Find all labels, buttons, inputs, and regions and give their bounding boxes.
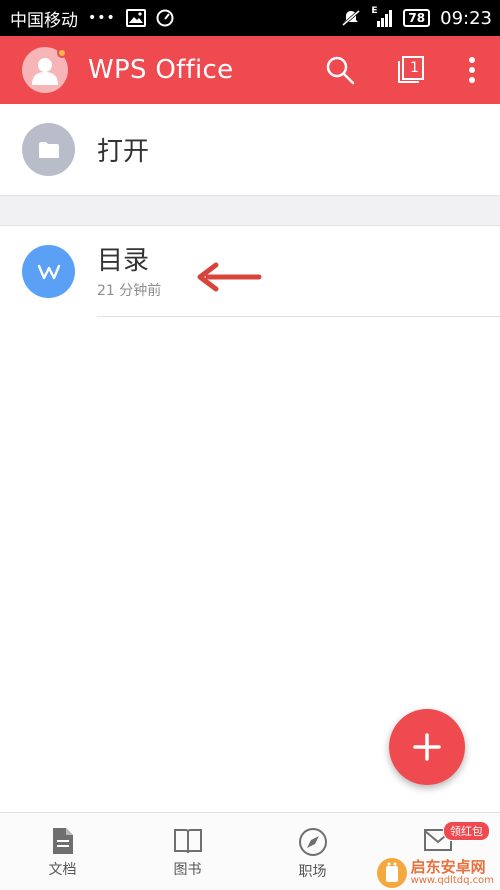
more-vertical-icon — [469, 57, 475, 83]
arrow-annotation-icon — [197, 262, 262, 292]
new-document-button[interactable] — [389, 709, 465, 785]
screen: 中国移动 ••• E 78 09:23 WPS Office 1 打开 目录 2… — [0, 0, 500, 890]
wps-writer-icon — [22, 245, 75, 298]
app-title: WPS Office — [88, 55, 234, 85]
status-bar: 中国移动 ••• E 78 09:23 — [0, 0, 500, 36]
search-button[interactable] — [320, 50, 360, 90]
file-modified-time: 21 分钟前 — [97, 283, 162, 299]
nav-item-documents[interactable]: 文档 — [0, 813, 125, 890]
book-icon — [173, 829, 202, 854]
nav-label: 图书 — [173, 862, 202, 878]
red-packet-badge[interactable]: 领红包 — [443, 821, 490, 841]
nav-item-books[interactable]: 图书 — [125, 813, 250, 890]
status-right: E 78 09:23 — [341, 6, 492, 29]
more-button[interactable] — [460, 50, 484, 90]
nav-label: 职场 — [298, 864, 327, 880]
status-left: 中国移动 ••• — [10, 6, 174, 31]
tab-count: 1 — [410, 60, 419, 76]
battery-level: 78 — [403, 9, 431, 27]
notification-dots: ••• — [88, 10, 116, 26]
mute-icon — [341, 9, 361, 27]
tabs-button[interactable]: 1 — [390, 50, 430, 90]
network-type-label: E — [371, 6, 378, 16]
watermark-url: www.qdltdq.com — [410, 874, 494, 886]
document-icon — [52, 828, 73, 854]
compass-icon — [298, 828, 327, 856]
avatar-notification-dot — [57, 48, 67, 58]
carrier-label: 中国移动 — [10, 10, 78, 31]
image-notification-icon — [125, 9, 146, 27]
open-label: 打开 — [97, 137, 150, 167]
search-icon — [326, 56, 355, 85]
watermark: 启东安卓网 www.qdltdq.com — [376, 857, 494, 888]
file-texts: 目录 21 分钟前 — [97, 244, 161, 300]
folder-icon — [22, 123, 75, 176]
section-divider — [0, 196, 500, 226]
watermark-name: 启东安卓网 — [410, 857, 486, 876]
watermark-logo-icon — [376, 858, 407, 888]
signal-icon: E — [371, 6, 393, 27]
app-bar: WPS Office 1 — [0, 36, 500, 104]
watermark-texts: 启东安卓网 www.qdltdq.com — [410, 857, 494, 886]
speed-notification-icon — [156, 9, 174, 27]
plus-icon — [413, 733, 441, 761]
file-name: 目录 — [97, 246, 150, 276]
nav-label: 文档 — [48, 862, 77, 878]
user-icon — [32, 58, 58, 85]
app-bar-actions: 1 — [320, 50, 484, 90]
avatar[interactable] — [22, 47, 68, 93]
nav-item-career[interactable]: 职场 — [250, 813, 375, 890]
open-row[interactable]: 打开 — [0, 104, 500, 196]
clock: 09:23 — [440, 7, 492, 29]
list-separator — [97, 316, 500, 317]
